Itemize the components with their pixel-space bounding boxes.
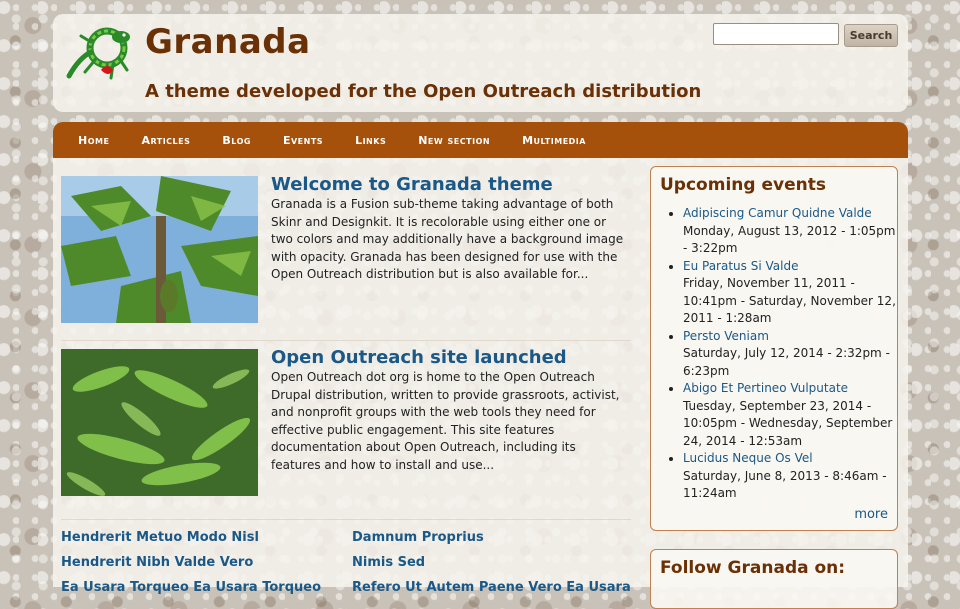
event-link[interactable]: Lucidus Neque Os Vel xyxy=(683,451,813,465)
divider xyxy=(61,519,631,520)
teaser-title[interactable]: Welcome to Granada theme xyxy=(271,174,553,195)
block-title: Upcoming events xyxy=(660,175,826,195)
search-button[interactable]: Search xyxy=(844,24,898,47)
bottom-link[interactable]: Nimis Sed xyxy=(352,555,425,570)
site-name[interactable]: Granada xyxy=(145,22,311,62)
upcoming-events-block: Upcoming events Adipiscing Camur Quidne … xyxy=(650,166,898,531)
site-slogan: A theme developed for the Open Outreach … xyxy=(145,81,702,102)
event-date: Monday, August 13, 2012 - 1:05pm - 3:22p… xyxy=(683,223,896,256)
bottom-link[interactable]: Refero Ut Autem Paene Vero Ea Usara xyxy=(352,580,631,595)
block-title: Follow Granada on: xyxy=(660,558,846,578)
event-date: Saturday, June 8, 2013 - 8:46am - 11:24a… xyxy=(683,468,887,501)
event-item: Eu Paratus Si Valde Friday, November 11,… xyxy=(683,258,897,328)
event-date: Tuesday, September 23, 2014 - 10:05pm - … xyxy=(683,398,893,448)
nav-item-blog[interactable]: Blog xyxy=(222,134,251,147)
primary-nav: Home Articles Blog Events Links New sect… xyxy=(53,122,908,158)
nav-item-events[interactable]: Events xyxy=(283,134,323,147)
nav-item-multimedia[interactable]: Multimedia xyxy=(522,134,586,147)
teaser-welcome: Welcome to Granada theme Granada is a Fu… xyxy=(61,174,631,323)
nav-item-articles[interactable]: Articles xyxy=(141,134,190,147)
bottom-link[interactable]: Hendrerit Metuo Modo Nisl xyxy=(61,530,259,545)
main-content: Welcome to Granada theme Granada is a Fu… xyxy=(53,158,908,609)
event-link[interactable]: Persto Veniam xyxy=(683,329,769,343)
event-link[interactable]: Adipiscing Camur Quidne Valde xyxy=(683,206,872,220)
search-input[interactable] xyxy=(713,23,839,45)
divider xyxy=(61,340,631,341)
gecko-logo-icon[interactable] xyxy=(61,24,139,84)
teaser-body: Granada is a Fusion sub-theme taking adv… xyxy=(271,197,624,281)
event-item: Persto Veniam Saturday, July 12, 2014 - … xyxy=(683,328,897,381)
nav-item-home[interactable]: Home xyxy=(78,134,109,147)
event-date: Friday, November 11, 2011 - 10:41pm - Sa… xyxy=(683,276,896,325)
teaser-open-outreach: Open Outreach site launched Open Outreac… xyxy=(61,347,631,496)
bottom-link[interactable]: Damnum Proprius xyxy=(352,530,484,545)
teaser-title[interactable]: Open Outreach site launched xyxy=(271,347,567,368)
bottom-link[interactable]: Hendrerit Nibh Valde Vero xyxy=(61,555,253,570)
event-item: Abigo Et Pertineo Vulputate Tuesday, Sep… xyxy=(683,380,897,450)
event-item: Adipiscing Camur Quidne Valde Monday, Au… xyxy=(683,205,897,258)
site-header: Granada A theme developed for the Open O… xyxy=(53,14,908,112)
follow-block: Follow Granada on: xyxy=(650,549,898,609)
event-item: Lucidus Neque Os Vel Saturday, June 8, 2… xyxy=(683,450,897,503)
nav-item-new-section[interactable]: New section xyxy=(418,134,490,147)
event-link[interactable]: Eu Paratus Si Valde xyxy=(683,259,798,273)
event-date: Saturday, July 12, 2014 - 2:32pm - 6:23p… xyxy=(683,346,890,378)
teaser-body: Open Outreach dot org is home to the Ope… xyxy=(271,370,620,472)
fern-leaves-image[interactable] xyxy=(61,349,258,496)
bottom-link[interactable]: Ea Usara Torqueo Ea Usara Torqueo xyxy=(61,580,321,595)
more-link[interactable]: more xyxy=(854,507,888,522)
nav-item-links[interactable]: Links xyxy=(355,134,386,147)
papaya-tree-image[interactable] xyxy=(61,176,258,323)
page: { "site": { "name": "Granada", "slogan":… xyxy=(0,0,960,609)
event-list: Adipiscing Camur Quidne Valde Monday, Au… xyxy=(651,205,897,503)
event-link[interactable]: Abigo Et Pertineo Vulputate xyxy=(683,381,848,395)
